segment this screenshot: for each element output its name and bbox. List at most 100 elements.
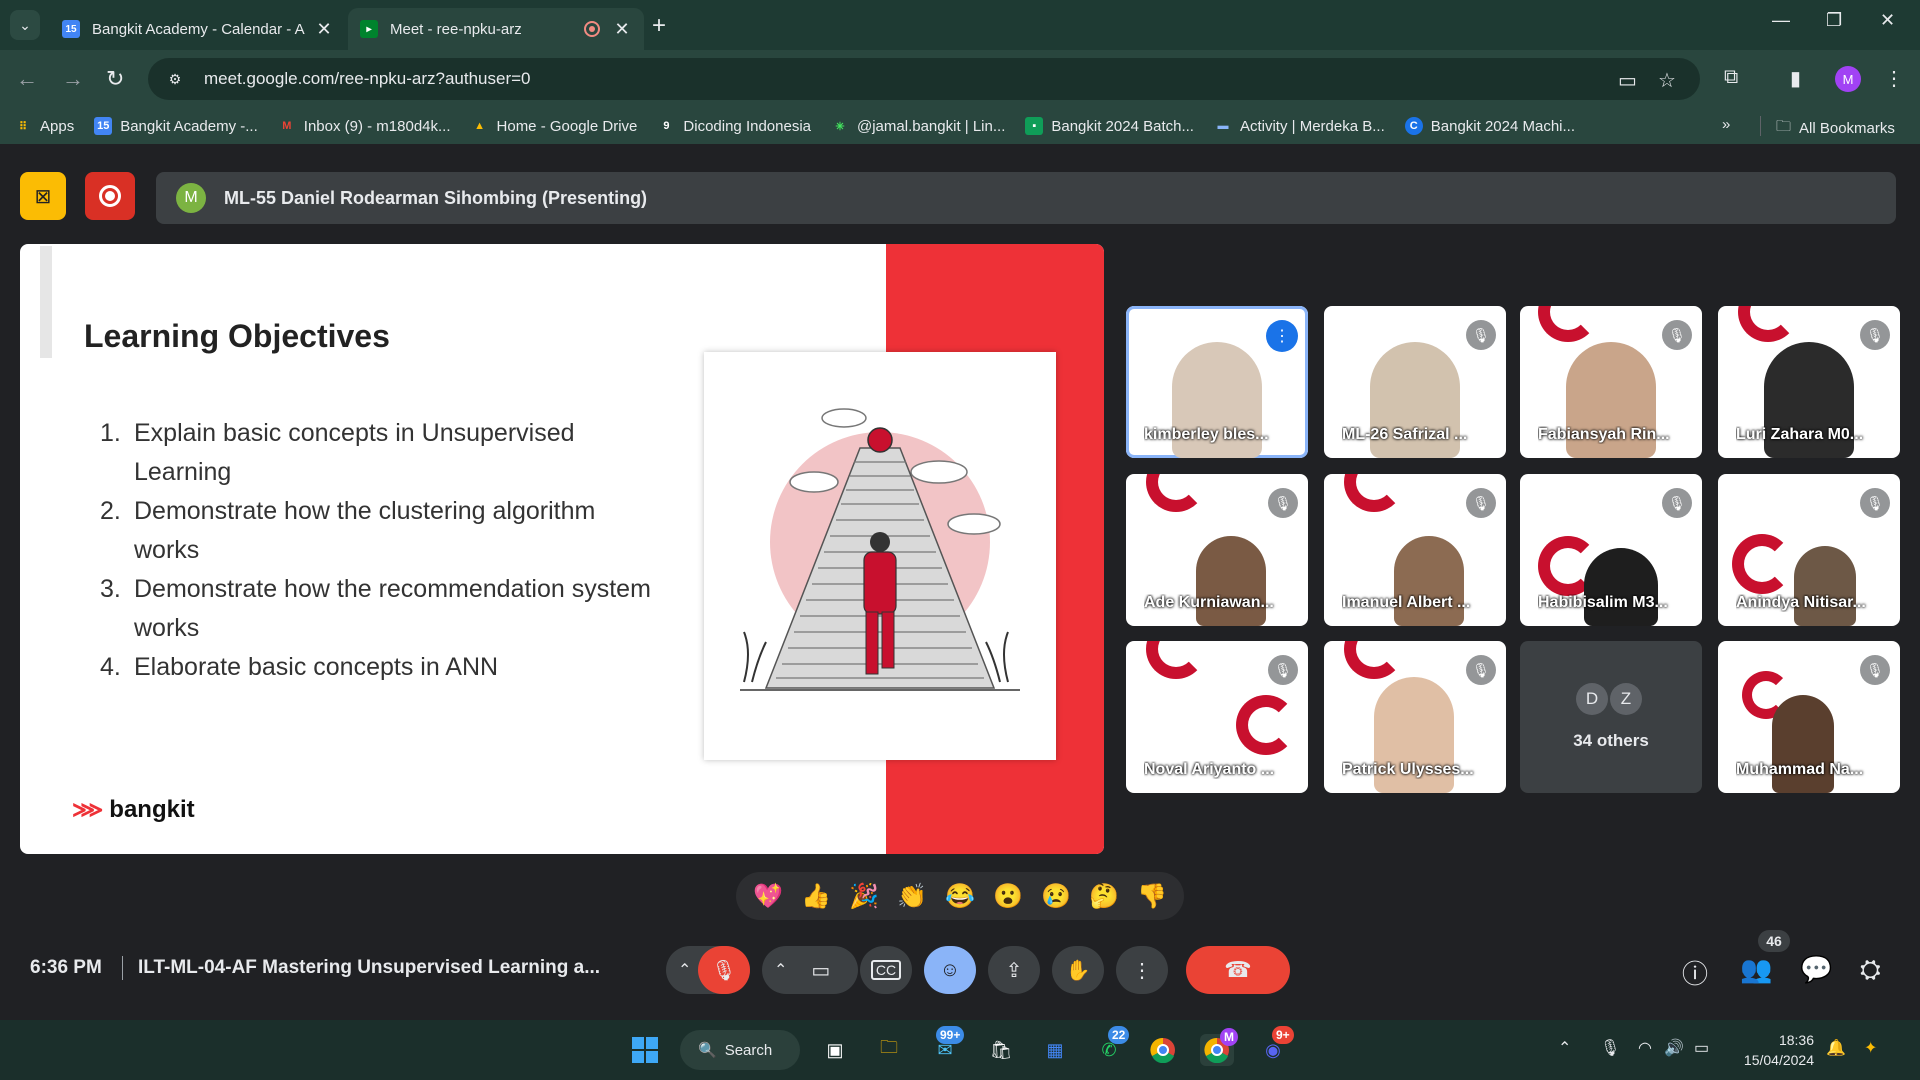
close-tab-icon[interactable]: ✕	[612, 19, 632, 40]
participant-tile[interactable]: 🎙 Anindya Nitisar...	[1718, 474, 1900, 626]
emoji-reactions-button[interactable]: ☺	[924, 946, 976, 994]
battery-icon[interactable]: ▭	[1694, 1038, 1709, 1058]
participant-name: Noval Ariyanto ...	[1144, 761, 1275, 778]
raise-hand-button[interactable]: ✋	[1052, 946, 1104, 994]
tab-meet[interactable]: ▸ Meet - ree-npku-arz ✕	[348, 8, 644, 50]
bookmark-merdeka[interactable]: ▬ Activity | Merdeka B...	[1214, 117, 1384, 135]
video-options-button[interactable]: ⌃ ▭	[762, 946, 858, 994]
windows-start-icon[interactable]	[628, 1034, 662, 1066]
extensions-icon[interactable]: ⧉	[1724, 66, 1738, 89]
side-panel-icon[interactable]: ▮	[1790, 66, 1801, 91]
present-screen-button[interactable]: ⇪	[988, 946, 1040, 994]
background-logo	[1146, 474, 1206, 512]
participant-tile[interactable]: 🎙 Noval Ariyanto ...	[1126, 641, 1308, 793]
close-window-icon[interactable]: ✕	[1880, 10, 1895, 31]
tab-search-icon[interactable]: ⌄	[10, 10, 40, 40]
close-tab-icon[interactable]: ✕	[314, 19, 334, 40]
thumbs-up-reaction-icon[interactable]: 👍	[801, 882, 831, 911]
more-bookmarks-icon[interactable]: »	[1722, 116, 1730, 133]
participant-tile[interactable]: 🎙 Habibisalim M3...	[1520, 474, 1702, 626]
system-clock[interactable]: 18:36 15/04/2024	[1734, 1030, 1814, 1070]
participant-name: Habibisalim M3...	[1538, 594, 1668, 611]
microsoft-store-icon[interactable]: 🛍	[984, 1034, 1018, 1066]
participant-tile[interactable]: 🎙 Fabiansyah Rin...	[1520, 306, 1702, 458]
thumbs-down-reaction-icon[interactable]: 👎	[1137, 882, 1167, 911]
meeting-clock: 6:36 PM	[30, 957, 102, 978]
tray-overflow-icon[interactable]: ⌃	[1558, 1038, 1571, 1058]
leave-call-button[interactable]: ☎	[1186, 946, 1290, 994]
bookmark-dicoding[interactable]: 9 Dicoding Indonesia	[657, 117, 811, 135]
restore-icon[interactable]: ❐	[1826, 10, 1842, 31]
objective-item: 1. Explain basic concepts in Unsupervised…	[100, 419, 575, 486]
profile-avatar[interactable]: M	[1835, 66, 1861, 92]
bookmark-linktree[interactable]: ✳ @jamal.bangkit | Lin...	[831, 117, 1005, 135]
tab-calendar[interactable]: 15 Bangkit Academy - Calendar - A ✕	[50, 8, 346, 50]
participant-tile[interactable]: 🎙 Muhammad Na...	[1718, 641, 1900, 793]
new-tab-icon[interactable]: +	[652, 12, 666, 40]
participant-tile[interactable]: 🎙 ML-26 Safrizal ...	[1324, 306, 1506, 458]
participant-name: Ade Kurniawan...	[1144, 594, 1274, 611]
copilot-icon[interactable]: ✦	[1864, 1038, 1877, 1058]
crying-reaction-icon[interactable]: 😢	[1041, 882, 1071, 911]
objective-item: 2. Demonstrate how the clustering algorit…	[100, 497, 596, 564]
forward-icon[interactable]: →	[62, 66, 84, 92]
discord-badge: 9+	[1272, 1026, 1294, 1044]
chevron-up-icon: ⌃	[678, 962, 692, 979]
participant-tile[interactable]: 🎙 Ade Kurniawan...	[1126, 474, 1308, 626]
people-icon[interactable]: 👥	[1740, 954, 1772, 985]
chrome-icon[interactable]	[1146, 1034, 1180, 1066]
bangkit-logo: ⋙ bangkit	[72, 796, 195, 823]
participant-tile[interactable]: 🎙 Luri Zahara M0...	[1718, 306, 1900, 458]
mic-toggle-button[interactable]: 🎙	[698, 946, 750, 994]
menu-kebab-icon[interactable]: ⋮	[1884, 66, 1904, 91]
background-logo	[1236, 695, 1296, 755]
sparkling-heart-reaction-icon[interactable]: 💖	[753, 882, 783, 911]
calendar-app-icon[interactable]: ▦	[1038, 1034, 1072, 1066]
file-explorer-icon[interactable]: 🗀	[872, 1034, 906, 1066]
clapping-reaction-icon[interactable]: 👏	[897, 882, 927, 911]
captions-button[interactable]: CC	[860, 946, 912, 994]
bookmark-calendar[interactable]: 15 Bangkit Academy -...	[94, 117, 258, 135]
volume-icon[interactable]: 🔊	[1664, 1038, 1684, 1058]
hide-presentation-icon[interactable]: ⊠	[20, 172, 66, 220]
reload-icon[interactable]: ↻	[106, 66, 124, 92]
participant-name: Fabiansyah Rin...	[1538, 426, 1670, 443]
party-popper-reaction-icon[interactable]: 🎉	[849, 882, 879, 911]
recording-button[interactable]	[85, 172, 135, 220]
wifi-icon[interactable]: ◠	[1638, 1038, 1652, 1058]
surprised-reaction-icon[interactable]: 😮	[993, 882, 1023, 911]
bookmark-machine-learning[interactable]: C Bangkit 2024 Machi...	[1404, 117, 1575, 135]
address-bar[interactable]: ⚙ meet.google.com/ree-npku-arz?authuser=…	[148, 58, 1700, 100]
bookmark-star-icon[interactable]: ☆	[1658, 68, 1676, 93]
thinking-reaction-icon[interactable]: 🤔	[1089, 882, 1119, 911]
activities-icon[interactable]: ⛭	[1860, 954, 1881, 986]
camera-in-use-icon[interactable]: ▭	[1618, 68, 1637, 93]
more-options-button[interactable]: ⋮	[1116, 946, 1168, 994]
others-avatar: Z	[1610, 683, 1642, 715]
minimize-icon[interactable]: —	[1772, 10, 1790, 31]
objective-item: 4. Elaborate basic concepts in ANN	[100, 653, 499, 681]
browser-toolbar: ← → ↻ ⚙ meet.google.com/ree-npku-arz?aut…	[0, 50, 1920, 108]
background-logo	[1146, 641, 1206, 679]
camera-icon: ▭	[811, 959, 831, 982]
bookmark-apps[interactable]: ⠿ Apps	[14, 117, 74, 135]
participant-tile[interactable]: 🎙 Patrick Ulysses...	[1324, 641, 1506, 793]
bookmark-classroom[interactable]: ▪ Bangkit 2024 Batch...	[1025, 117, 1194, 135]
all-bookmarks[interactable]: 🗀 All Bookmarks	[1776, 116, 1895, 141]
taskbar-search[interactable]: 🔍 Search	[680, 1030, 800, 1070]
participant-tile[interactable]: ⋮ kimberley bles...	[1126, 306, 1308, 458]
url-text[interactable]: meet.google.com/ree-npku-arz?authuser=0	[204, 69, 531, 89]
laughing-reaction-icon[interactable]: 😂	[945, 882, 975, 911]
site-info-icon[interactable]: ⚙	[164, 68, 186, 90]
microphone-tray-icon[interactable]: 🎙	[1600, 1038, 1620, 1058]
task-view-icon[interactable]: ▣	[818, 1034, 852, 1066]
participant-tile[interactable]: 🎙 Imanuel Albert ...	[1324, 474, 1506, 626]
notification-bell-icon[interactable]: 🔔	[1826, 1038, 1846, 1058]
bookmark-gmail[interactable]: M Inbox (9) - m180d4k...	[278, 117, 450, 135]
bookmark-drive[interactable]: ▲ Home - Google Drive	[471, 117, 637, 135]
back-icon[interactable]: ←	[16, 66, 38, 92]
participant-video	[1794, 546, 1856, 626]
chat-icon[interactable]: 💬	[1800, 954, 1832, 985]
meeting-info-icon[interactable]: ⓘ	[1682, 954, 1708, 991]
others-tile[interactable]: D Z 34 others	[1520, 641, 1702, 793]
